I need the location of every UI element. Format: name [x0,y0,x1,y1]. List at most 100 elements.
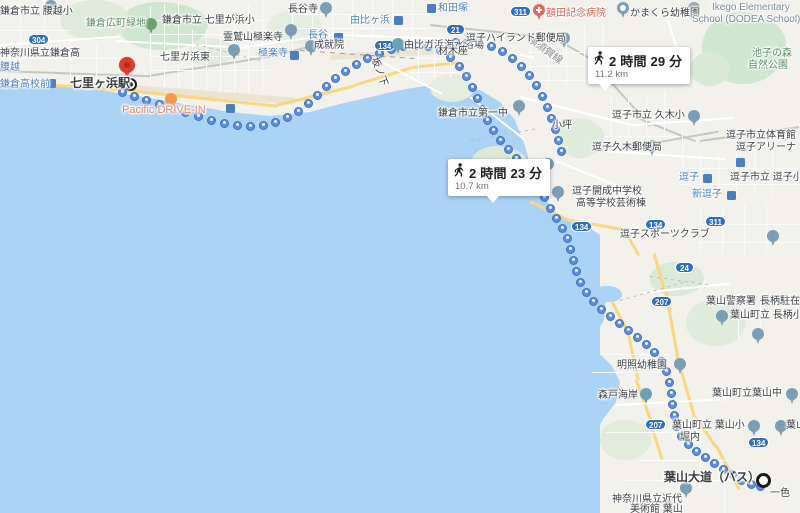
label-kamakura-1st-jhs: 鎌倉市立第一中 [438,108,508,119]
road-minor-grid [600,354,670,356]
label-zushi-gym: 逗子市立体育館 [726,130,796,141]
station-icon-yuigahama[interactable] [394,16,403,25]
road-minor-grid [680,168,798,170]
label-hayama-jhs: 葉山町立葉山中 [712,388,782,399]
poi-marker-zushi-kugi-sch[interactable] [688,110,700,126]
station-icon-shinzushi[interactable] [727,191,736,200]
route-shield-21[interactable]: 21 [446,24,465,35]
label-morito-beach: 森戸海岸 [598,390,638,401]
poi-marker-hasedera[interactable] [320,2,332,18]
label-jojuin: 成就院 [314,40,344,51]
poi-marker-yuigahama-beach[interactable] [392,38,404,54]
road-minor-grid [754,146,756,196]
label-gokurakuji-stn: 極楽寺 [258,48,288,59]
label-isshiki: 一色 [770,488,790,499]
route-duration-primary: 2 時間 23 分 [469,166,543,181]
station-icon-kamakura[interactable] [226,104,235,113]
road-minor-grid [0,30,70,32]
label-nagae-koban: 長柄駐在所 [760,296,800,307]
label-zushi-kaisei-1: 逗子開成中学校 [572,186,642,197]
water-inlet [596,286,622,302]
poi-marker-zushi-sports-club[interactable] [767,230,779,246]
label-ikego-forest-1: 池子の森 [752,48,792,59]
road-minor-grid [606,432,686,434]
station-icon-zushi[interactable] [703,174,712,183]
poi-marker-meisho-kindergarten[interactable] [674,358,686,374]
label-hayama-es: 葉山町立 葉山小 [672,420,745,431]
station-icon-hayama-stop[interactable] [736,158,745,167]
label-meisho-kindergarten: 明照幼稚園 [617,360,667,371]
label-koshigoe-stn: 腰越 [0,62,20,73]
poi-marker-kamakura-kindergarten[interactable] [617,2,629,18]
poi-marker-hayama-police[interactable] [716,310,728,326]
poi-marker-hayama-jhs[interactable] [786,388,798,404]
route-shield-24[interactable]: 24 [675,262,694,273]
poi-marker-shichirigahama-sch[interactable] [228,44,240,60]
label-zaimokuza: 材木座 [438,46,468,57]
road-minor-grid [434,48,436,80]
route-callout-primary[interactable]: 2 時間 23 分 10.7 km [448,159,551,203]
destination-label: 葉山大道（バス） [664,470,761,484]
label-ikego-forest-2: 自然公園 [748,60,788,71]
road-minor-grid [410,72,466,74]
label-zushi-kugi-es: 逗子市立 久木小 [612,110,685,121]
station-icon-wadazuka[interactable] [427,4,436,13]
route-duration-alternate: 2 時間 29 分 [609,54,683,69]
poi-marker-nagae-sch[interactable] [752,328,764,344]
label-ikego-es-line1: Ikego Elementary [712,2,790,13]
road-minor-grid [412,0,414,40]
route-callout-alternate[interactable]: 2 時間 29 分 11.2 km [588,47,691,91]
road-minor-grid [744,204,746,254]
road-minor-grid [678,184,798,186]
label-zushi-sports-club: 逗子スポーツクラブ [620,229,710,240]
walking-person-icon [594,51,605,70]
poi-marker-hayama-es[interactable] [748,420,760,436]
label-zushi-highland-post: 逗子ハイランド郵便局 [466,33,566,44]
label-hiromachi-park: 鎌倉広町緑地 [86,18,146,29]
label-zushi-kaisei-2: 高等学校芸術棟 [576,198,646,209]
map-canvas[interactable]: 304 134 21 311 134 134 24 207 207 311 13… [0,0,800,513]
road-minor-grid [592,372,670,374]
label-pacific-drive-in: Pacific DRIVE-IN [122,104,206,116]
station-icon-gokurakuji[interactable] [290,51,299,60]
label-nagae-es: 葉山町立 長柄小 [730,310,800,321]
poi-marker-ryojusen-gokurakuji[interactable] [285,24,297,40]
road-minor-grid [682,130,684,170]
label-hayama: 葉山 [786,420,800,431]
label-wadazuka-stn: 和田塚 [438,3,468,14]
road-minor-grid [262,0,264,92]
route-shield-207-a[interactable]: 207 [651,296,673,307]
label-zushi-arena: 逗子アリーナ [736,142,796,153]
label-hayama-police: 葉山警察署 [706,296,756,307]
poi-marker-morito-beach[interactable] [640,388,652,404]
walking-person-icon [454,163,465,182]
road-minor-grid [418,46,420,80]
road-minor-grid [606,136,676,138]
route-distance-primary: 10.7 km [455,181,489,192]
route-shield-311-a[interactable]: 311 [510,6,531,17]
label-nukada-hospital: 額田記念病院 [546,8,606,19]
route-shield-207-b[interactable]: 207 [645,419,667,430]
label-museum-2: 美術館 葉山 [630,504,683,513]
label-kamakura-hs: 神奈川県立鎌倉高 [0,48,80,59]
label-horiuchi: 堀内 [680,432,700,443]
road-minor-grid [220,16,222,92]
poi-marker-kamakura-1st-jhs[interactable] [513,100,525,116]
label-shichirigahama-higashi: 七里ガ浜東 [160,52,210,63]
poi-marker-zushi-kaisei-sch[interactable] [552,186,564,202]
road-minor-grid [698,242,798,244]
route-shield-304[interactable]: 304 [28,34,50,45]
label-kotsubo: 小坪 [552,120,572,131]
label-ryojusen-gokurakuji: 霊鷲山極楽寺 [223,32,283,43]
road-minor-grid [152,70,270,72]
hospital-marker-nukada[interactable] [533,4,545,20]
label-zushi-es: 逗子市立 逗子小 [730,172,800,183]
greenspace-ikego-2 [690,52,730,86]
label-hasedera: 長谷寺 [288,4,318,15]
route-shield-134-b[interactable]: 134 [571,221,593,232]
label-zushi-kugi-post: 逗子久木郵便局 [592,142,662,153]
label-kamakura-kindergarten: かまくら幼稚園 [630,8,700,19]
poi-marker-hiromachi-park[interactable] [145,18,157,34]
route-shield-134-d[interactable]: 134 [748,437,770,448]
route-shield-311-b[interactable]: 311 [705,216,726,227]
